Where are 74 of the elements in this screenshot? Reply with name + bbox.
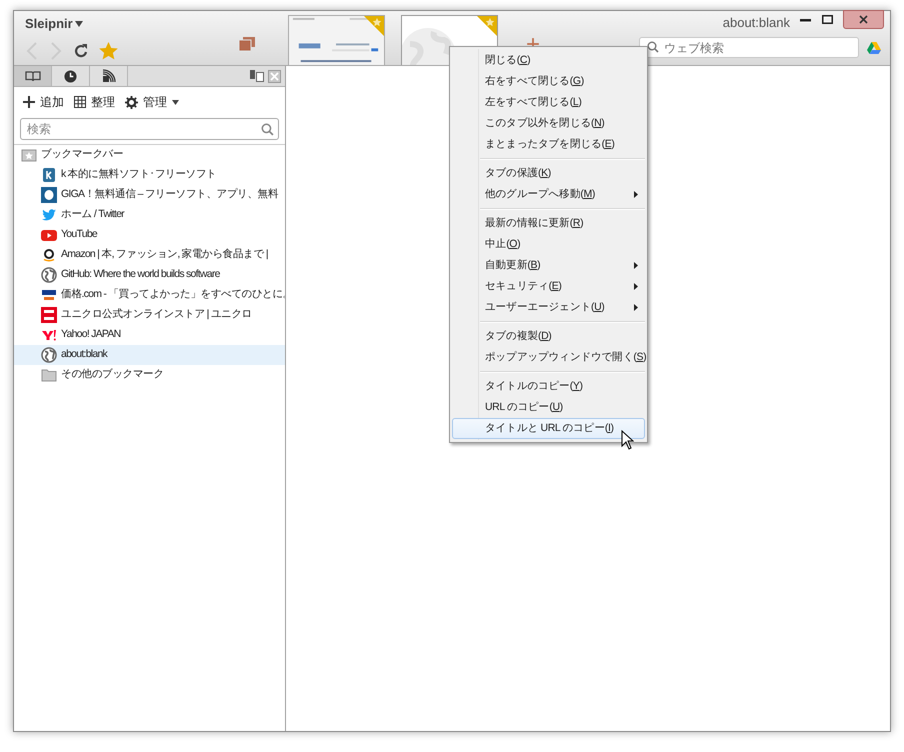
bird-icon — [41, 207, 57, 223]
bookmark-item[interactable]: ユニクロ公式オンラインストア | ユニクロ — [14, 305, 285, 325]
toolbar-action[interactable]: 追加 — [23, 93, 64, 111]
bookmark-item[interactable]: k 本的に無料ソフト･フリーソフト — [14, 165, 285, 185]
grid-icon — [74, 96, 86, 108]
menu-item[interactable]: 左をすべて閉じる(L) — [452, 92, 645, 113]
bookmark-favicon-icon — [41, 247, 57, 263]
toolbar-action[interactable]: 管理 — [125, 93, 179, 111]
menu-item[interactable]: このタブ以外を閉じる(N) — [452, 113, 645, 134]
menu-item[interactable]: ポップアップウィンドウで開く(S) — [452, 347, 645, 368]
panel-layout-icon[interactable] — [250, 70, 264, 82]
menu-item[interactable]: 中止(O) — [452, 234, 645, 255]
cursor-icon — [621, 430, 634, 450]
web-search-field[interactable]: ウェブ検索 — [639, 37, 859, 58]
search-icon — [647, 41, 659, 53]
toolbar-action[interactable]: 整理 — [74, 93, 115, 111]
clock-icon — [64, 70, 77, 82]
submenu-arrow-icon — [634, 304, 638, 311]
menu-item[interactable]: タブの複製(D) — [452, 326, 645, 347]
bookmark-item[interactable]: Yahoo! JAPAN — [14, 325, 285, 345]
gear-icon — [125, 96, 138, 108]
close-button[interactable] — [843, 10, 884, 29]
menu-item[interactable]: 自動更新(B) — [452, 255, 645, 276]
menu-item[interactable]: タイトルと URL のコピー(I) — [452, 418, 645, 439]
bookmark-item[interactable]: GitHub: Where the world builds software — [14, 265, 285, 285]
bookmark-item[interactable]: YouTube — [14, 225, 285, 245]
bookmark-item[interactable]: Amazon | 本, ファッション, 家電から食品まで | — [14, 245, 285, 265]
submenu-arrow-icon — [634, 262, 638, 269]
app-menu-button[interactable]: Sleipnir — [25, 14, 83, 34]
minimize-icon[interactable] — [800, 19, 811, 22]
submenu-arrow-icon — [634, 283, 638, 290]
book-icon — [24, 70, 40, 82]
submenu-arrow-icon — [634, 191, 638, 198]
star-icon[interactable] — [99, 42, 118, 60]
windows-icon[interactable] — [239, 36, 255, 50]
caret-icon — [74, 20, 83, 27]
menu-item[interactable]: タイトルのコピー(Y) — [452, 376, 645, 397]
bookmark-item[interactable]: ホーム / Twitter — [14, 205, 285, 225]
plus-icon — [23, 96, 35, 108]
search-icon — [261, 123, 274, 136]
menu-item[interactable]: セキュリティ(E) — [452, 276, 645, 297]
bookmark-item[interactable]: GIGA！無料通信 – フリーソフト、アプリ、無料 — [14, 185, 285, 205]
star-corner-icon — [364, 16, 384, 36]
bookmark-favicon-icon — [41, 287, 57, 303]
menu-item[interactable]: まとまったタブを閉じる(E) — [452, 134, 645, 155]
maximize-icon[interactable] — [822, 15, 833, 24]
bookmark-favicon-icon — [41, 187, 57, 203]
bookmark-favicon-icon — [41, 307, 57, 323]
bookmark-favicon-icon — [41, 167, 57, 183]
sidebar-tab[interactable] — [14, 66, 52, 86]
globe-icon — [41, 347, 57, 363]
menu-item[interactable]: URL のコピー(U) — [452, 397, 645, 418]
bookmark-item[interactable]: その他のブックマーク — [14, 365, 285, 385]
bookmark-search-field[interactable]: 検索 — [20, 118, 279, 140]
menu-item[interactable]: ユーザーエージェント(U) — [452, 297, 645, 318]
play-icon — [41, 227, 57, 243]
menu-item[interactable]: 他のグループへ移動(M) — [452, 184, 645, 205]
bookmark-favicon-icon — [41, 327, 57, 343]
reload-icon[interactable] — [73, 42, 89, 58]
drive-icon[interactable] — [867, 42, 881, 54]
menu-item[interactable]: 右をすべて閉じる(G) — [452, 71, 645, 92]
close-panel-icon[interactable] — [268, 70, 281, 82]
menu-item[interactable]: 最新の情報に更新(R) — [452, 213, 645, 234]
bookmark-item[interactable]: about:blank — [14, 345, 285, 365]
feed-icon — [102, 69, 116, 83]
close-icon — [859, 15, 868, 24]
star-corner-icon — [477, 16, 497, 36]
star-folder-icon — [21, 147, 37, 163]
caret-icon — [172, 100, 179, 104]
bookmark-item[interactable]: ブックマークバー — [14, 145, 285, 165]
globe-icon — [41, 267, 57, 283]
folder-icon — [41, 367, 57, 383]
menu-item[interactable]: タブの保護(K) — [452, 163, 645, 184]
window-title: about:blank — [722, 14, 790, 32]
